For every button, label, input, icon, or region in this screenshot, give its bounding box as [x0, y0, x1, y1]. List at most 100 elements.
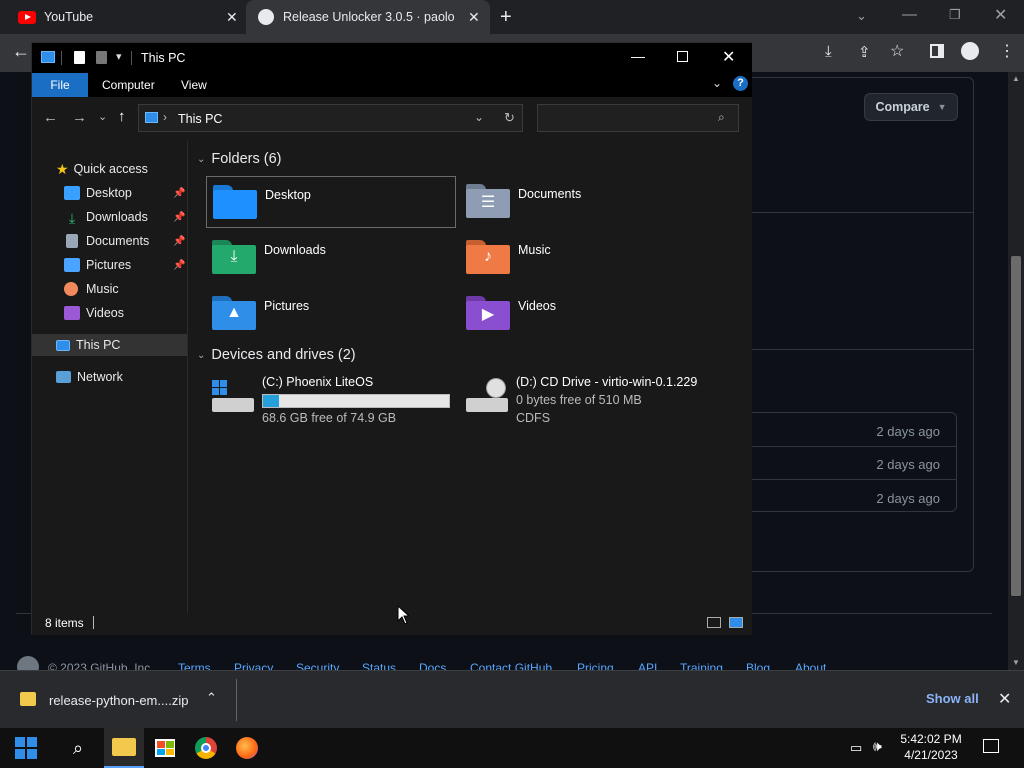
minimize-icon[interactable]: — [902, 6, 917, 23]
nav-item-music[interactable]: Music [32, 278, 187, 300]
desktop-icon [64, 186, 80, 200]
minimize-icon[interactable]: — [631, 48, 645, 64]
install-app-icon[interactable]: ⤓ [825, 43, 832, 60]
tab-search-icon[interactable]: ⌄ [856, 8, 867, 24]
close-window-icon[interactable]: ✕ [994, 5, 1007, 25]
notifications-icon[interactable] [983, 739, 999, 753]
drive-d-fs: CDFS [516, 411, 551, 425]
page-scrollbar[interactable]: ▲ ▼ [1008, 72, 1024, 670]
folder-downloads[interactable]: ⤓ Downloads [206, 232, 456, 284]
browser-tab-strip: YouTube ✕ Release Unlocker 3.0.5 · paolo… [0, 0, 1024, 34]
network-tray-icon[interactable]: ▭ [850, 740, 862, 756]
navigation-pane: ★ Quick access Desktop 📌 ⤓ Downloads 📌 D… [32, 141, 188, 613]
close-icon[interactable]: ✕ [722, 47, 735, 67]
properties-icon[interactable] [74, 51, 85, 64]
new-tab-icon[interactable]: + [500, 6, 512, 29]
download-shelf: release-python-em....zip ⌃ Show all ✕ [0, 670, 1024, 728]
back-arrow-icon[interactable]: ← [43, 109, 58, 126]
help-icon[interactable]: ? [733, 76, 748, 91]
share-icon[interactable]: ⇪ [858, 43, 871, 61]
search-input[interactable] [542, 108, 712, 128]
clock-time: 5:42:02 PM [900, 732, 962, 746]
file-explorer-window: ▾ This PC — ✕ File Computer View ⌄ ? ← →… [31, 42, 752, 635]
close-tab-icon[interactable]: ✕ [468, 9, 480, 26]
nav-network[interactable]: Network [32, 366, 187, 388]
documents-folder-icon: ☰ [466, 184, 510, 218]
close-icon[interactable]: ✕ [998, 689, 1011, 709]
folder-desktop[interactable]: Desktop [206, 176, 456, 228]
nav-item-desktop[interactable]: Desktop 📌 [32, 182, 187, 204]
window-title: This PC [141, 51, 186, 65]
qat-dropdown-icon[interactable]: ▾ [116, 50, 122, 63]
side-panel-icon[interactable] [930, 44, 944, 58]
up-arrow-icon[interactable]: ↑ [118, 108, 126, 125]
file-explorer-taskbar-icon[interactable] [104, 728, 144, 768]
asset-date: 2 days ago [876, 424, 940, 439]
asset-date: 2 days ago [876, 491, 940, 506]
bookmark-star-icon[interactable]: ☆ [890, 41, 904, 61]
explorer-title-bar[interactable]: ▾ This PC — ✕ [32, 43, 752, 73]
drive-d[interactable]: (D:) CD Drive - virtio-win-0.1.229 0 byt… [460, 372, 750, 432]
folder-videos[interactable]: ▶ Videos [460, 288, 710, 340]
forward-arrow-icon[interactable]: → [72, 109, 87, 126]
nav-this-pc[interactable]: This PC [32, 334, 187, 356]
pictures-icon [64, 258, 80, 272]
details-view-icon[interactable] [707, 617, 721, 628]
address-bar[interactable]: › This PC ⌄ ↻ [138, 104, 523, 132]
search-box[interactable]: ⌕ [537, 104, 739, 132]
maximize-icon[interactable] [677, 51, 688, 62]
ribbon-tabs: File Computer View ⌄ ? [32, 73, 752, 97]
search-icon[interactable]: ⌕ [58, 728, 98, 768]
status-bar: 8 items [32, 613, 752, 635]
restore-icon[interactable]: ❐ [949, 7, 961, 23]
recent-locations-icon[interactable]: ⌄ [98, 110, 107, 123]
close-tab-icon[interactable]: ✕ [226, 9, 238, 26]
firefox-icon[interactable] [227, 728, 267, 768]
scroll-thumb[interactable] [1011, 256, 1021, 596]
tab-view[interactable]: View [181, 78, 207, 92]
nav-item-videos[interactable]: Videos [32, 302, 187, 324]
volume-icon[interactable]: 🕪 [873, 738, 882, 755]
tab-file[interactable]: File [32, 73, 88, 97]
profile-avatar-icon[interactable] [961, 42, 979, 60]
cd-drive-icon [466, 378, 508, 414]
drive-c[interactable]: (C:) Phoenix LiteOS 68.6 GB free of 74.9… [206, 372, 456, 432]
download-item[interactable]: release-python-em....zip ⌃ [0, 671, 236, 728]
clock[interactable]: 5:42:02 PM 4/21/2023 [896, 731, 966, 763]
drive-c-info: 68.6 GB free of 74.9 GB [262, 411, 397, 425]
folder-pictures[interactable]: ▲ Pictures [206, 288, 456, 340]
folder-documents[interactable]: ☰ Documents [460, 176, 710, 228]
new-folder-icon[interactable] [96, 51, 107, 64]
star-icon: ★ [56, 160, 69, 177]
drive-d-info: 0 bytes free of 510 MB [516, 393, 642, 407]
chrome-icon[interactable] [186, 728, 226, 768]
show-all-link[interactable]: Show all [926, 691, 979, 706]
store-icon[interactable] [145, 728, 185, 768]
compare-button[interactable]: Compare ▼ [864, 93, 958, 121]
item-count: 8 items [45, 616, 84, 630]
drives-group-header[interactable]: ⌄ Devices and drives (2) [197, 347, 356, 363]
tab-github-release[interactable]: Release Unlocker 3.0.5 · paolo-pr ✕ [246, 0, 490, 34]
start-windows-icon[interactable] [6, 728, 46, 768]
scroll-down-icon[interactable]: ▼ [1012, 658, 1020, 667]
folders-group-header[interactable]: ⌄ Folders (6) [197, 151, 282, 167]
nav-item-downloads[interactable]: ⤓ Downloads 📌 [32, 206, 187, 228]
music-note-icon [64, 282, 78, 296]
tab-computer[interactable]: Computer [102, 78, 155, 92]
nav-item-pictures[interactable]: Pictures 📌 [32, 254, 187, 276]
back-arrow-icon[interactable]: ← [12, 41, 30, 62]
tab-title: Release Unlocker 3.0.5 · paolo-pr [283, 10, 455, 24]
breadcrumb-chevron-icon: › [163, 110, 167, 124]
nav-item-documents[interactable]: Documents 📌 [32, 230, 187, 252]
ribbon-expand-icon[interactable]: ⌄ [712, 76, 722, 90]
address-dropdown-icon[interactable]: ⌄ [474, 110, 484, 124]
menu-kebab-icon[interactable]: ⋮ [999, 41, 1015, 61]
scroll-up-icon[interactable]: ▲ [1012, 74, 1020, 83]
chevron-up-icon[interactable]: ⌃ [206, 690, 217, 706]
refresh-icon[interactable]: ↻ [504, 110, 515, 126]
large-icons-view-icon[interactable] [729, 617, 743, 628]
tab-youtube[interactable]: YouTube ✕ [8, 0, 244, 34]
folder-music[interactable]: ♪ Music [460, 232, 710, 284]
windows-taskbar: ⌕ ▭ 🕪 5:42:02 PM 4/21/2023 [0, 728, 1024, 768]
nav-quick-access[interactable]: ★ Quick access [32, 158, 187, 180]
